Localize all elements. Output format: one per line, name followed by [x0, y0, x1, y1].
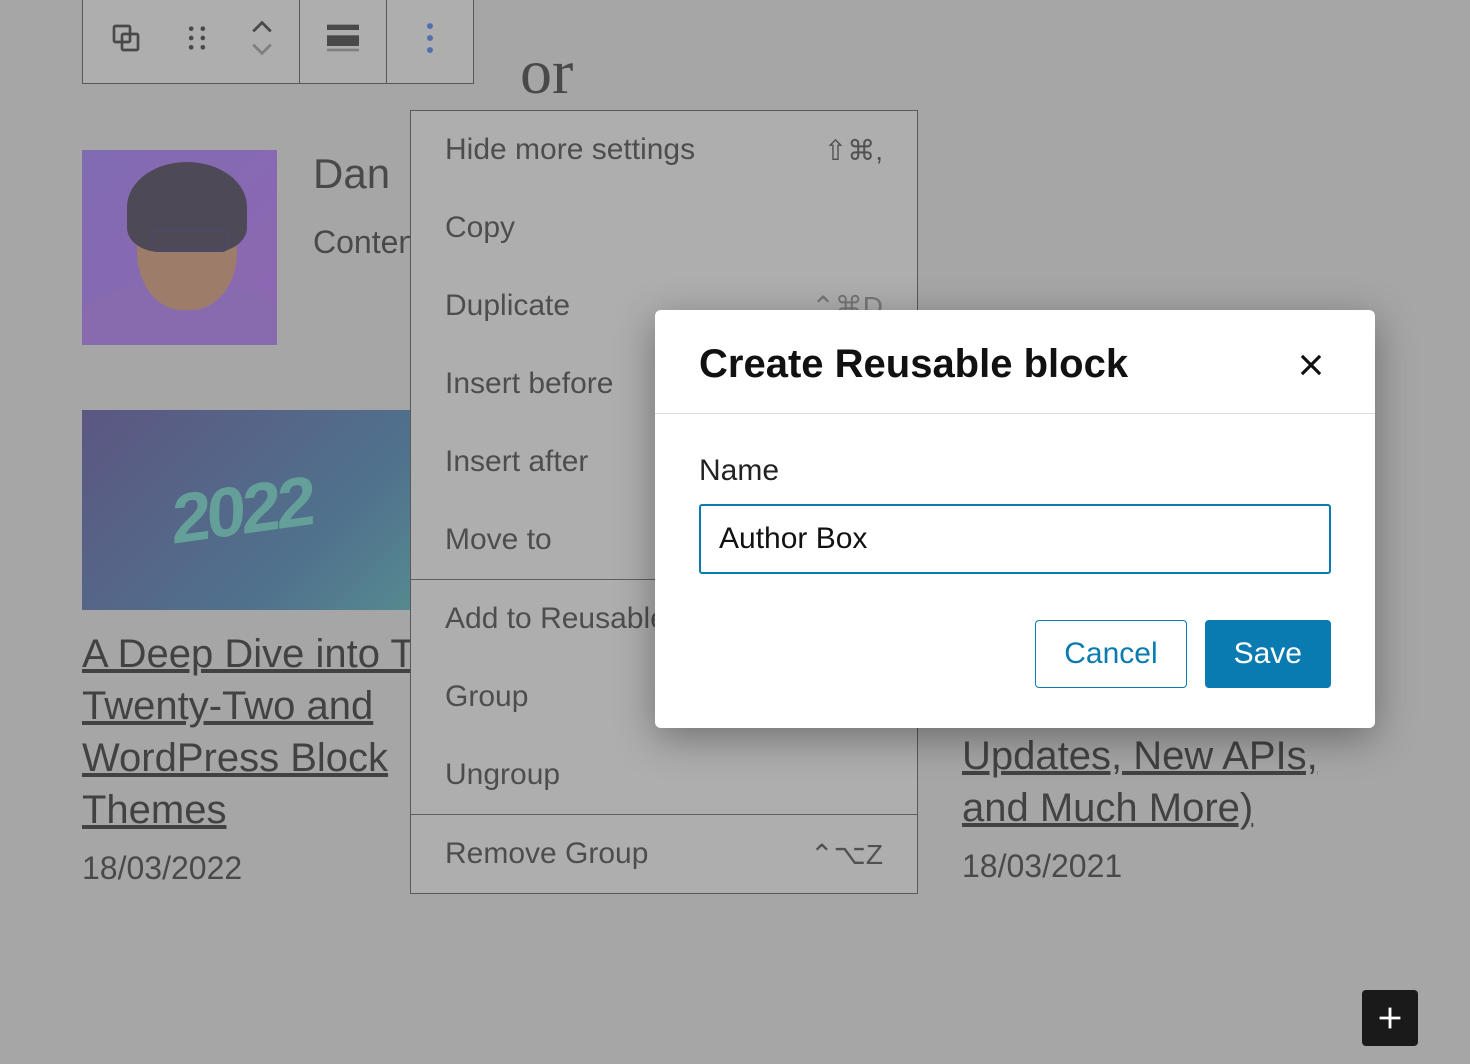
cancel-button[interactable]: Cancel [1035, 620, 1186, 688]
post-date: 18/03/2021 [962, 848, 1362, 885]
create-reusable-block-modal: Create Reusable block Name Cancel Save [655, 310, 1375, 728]
chevron-down-icon[interactable] [251, 42, 273, 56]
author-role: Content [313, 224, 425, 261]
author-avatar [82, 150, 277, 345]
author-box[interactable]: Dan Content [82, 150, 425, 345]
block-mover [225, 0, 299, 83]
menu-remove-group[interactable]: Remove Group⌃⌥Z [411, 815, 917, 893]
chevron-up-icon[interactable] [251, 20, 273, 34]
author-name: Dan [313, 150, 425, 198]
name-input[interactable] [699, 504, 1331, 574]
align-icon[interactable] [300, 0, 386, 83]
add-block-button[interactable] [1362, 990, 1418, 1046]
menu-hide-more-settings[interactable]: Hide more settings⇧⌘, [411, 111, 917, 189]
drag-handle-icon[interactable] [169, 0, 225, 83]
modal-title: Create Reusable block [699, 342, 1128, 387]
menu-ungroup[interactable]: Ungroup [411, 736, 917, 814]
shortcut-text: ⇧⌘, [824, 134, 883, 167]
save-button[interactable]: Save [1205, 620, 1331, 688]
close-icon[interactable] [1291, 345, 1331, 385]
page-title-fragment: or [520, 35, 573, 109]
group-block-icon[interactable] [83, 0, 169, 83]
menu-copy[interactable]: Copy [411, 189, 917, 267]
block-toolbar [82, 0, 474, 84]
shortcut-text: ⌃⌥Z [810, 838, 883, 871]
more-vertical-icon[interactable] [387, 0, 473, 83]
name-field-label: Name [699, 454, 1331, 488]
